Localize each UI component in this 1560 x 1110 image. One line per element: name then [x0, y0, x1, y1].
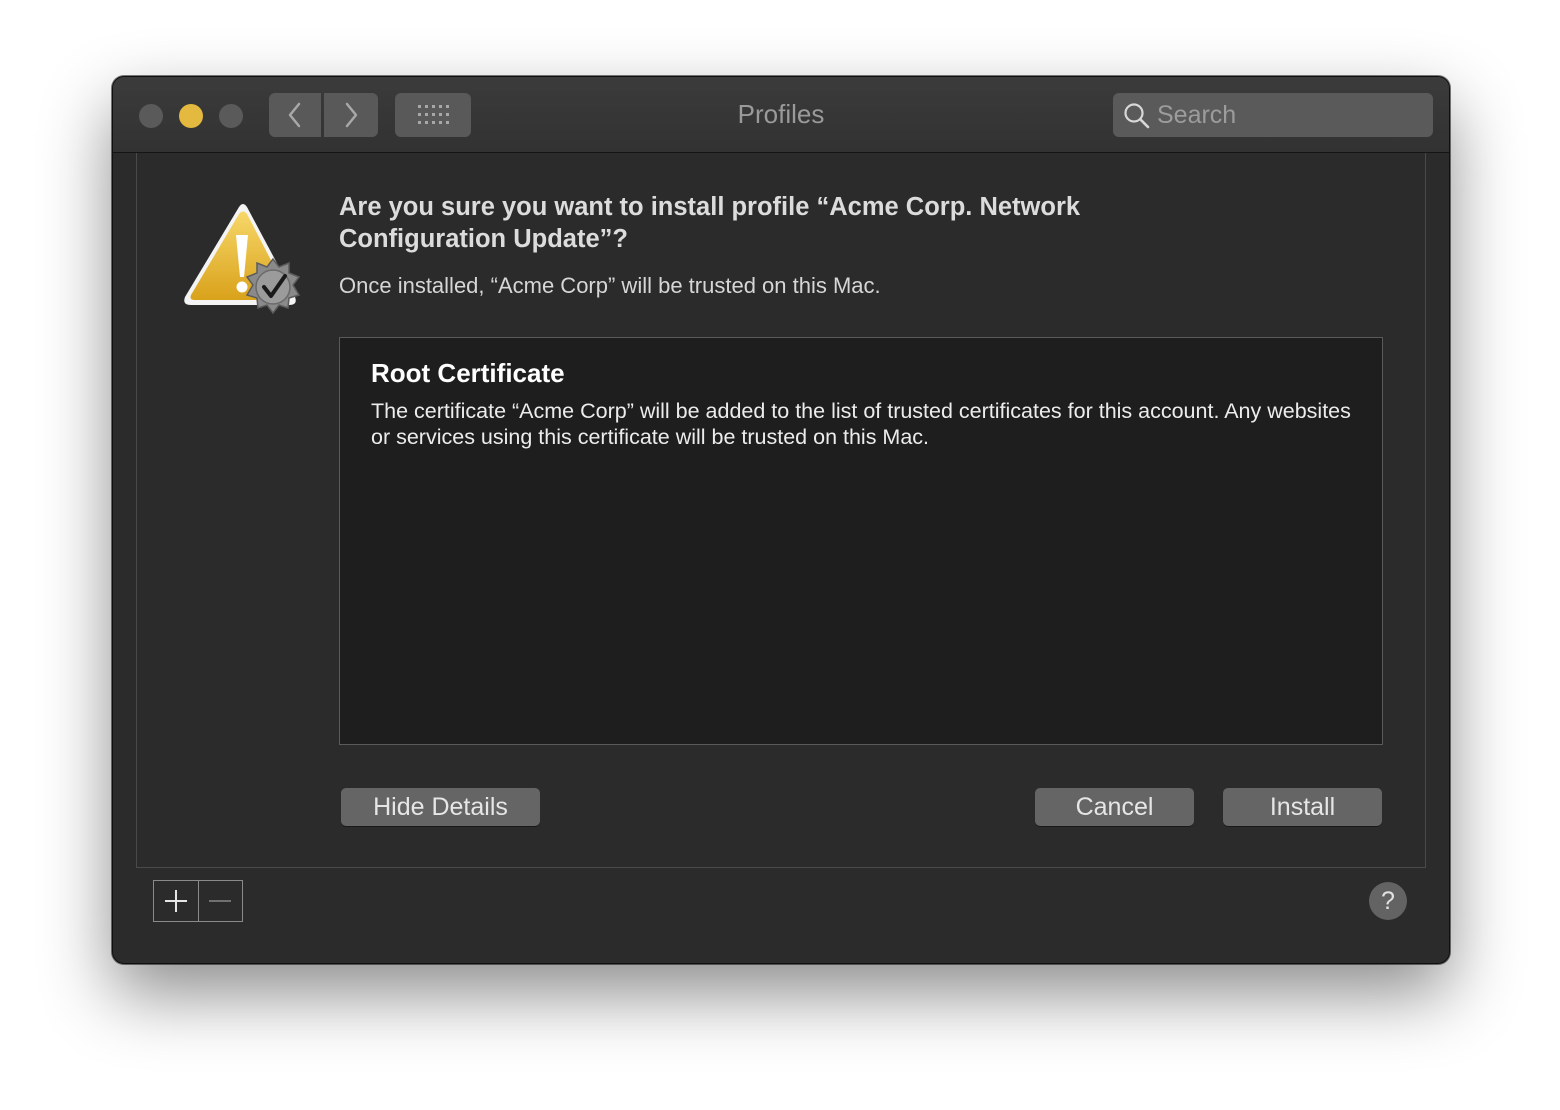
minus-icon: [209, 900, 232, 902]
help-button[interactable]: ?: [1369, 882, 1407, 920]
title-bar: Profiles: [113, 77, 1449, 153]
search-field[interactable]: [1113, 93, 1433, 137]
search-icon: [1124, 103, 1150, 129]
dialog-subtext: Once installed, “Acme Corp” will be trus…: [339, 273, 881, 298]
add-remove-group: [153, 880, 243, 922]
remove-profile-button[interactable]: [199, 881, 243, 921]
install-button[interactable]: Install: [1223, 788, 1382, 826]
search-input[interactable]: [1157, 93, 1417, 137]
cancel-button[interactable]: Cancel: [1035, 788, 1194, 826]
hide-details-button[interactable]: Hide Details: [341, 788, 540, 826]
details-title: Root Certificate: [371, 358, 565, 388]
details-box: Root Certificate The certificate “Acme C…: [339, 337, 1383, 745]
add-profile-button[interactable]: [154, 881, 199, 921]
install-profile-panel: Are you sure you want to install profile…: [136, 153, 1426, 868]
warning-badge-icon: [184, 204, 301, 315]
plus-icon: [164, 890, 187, 912]
dialog-heading: Are you sure you want to install profile…: [339, 193, 1081, 253]
details-body: The certificate “Acme Corp” will be adde…: [371, 399, 1351, 449]
profiles-window: Profiles Search Are you sure you want to…: [112, 76, 1450, 964]
